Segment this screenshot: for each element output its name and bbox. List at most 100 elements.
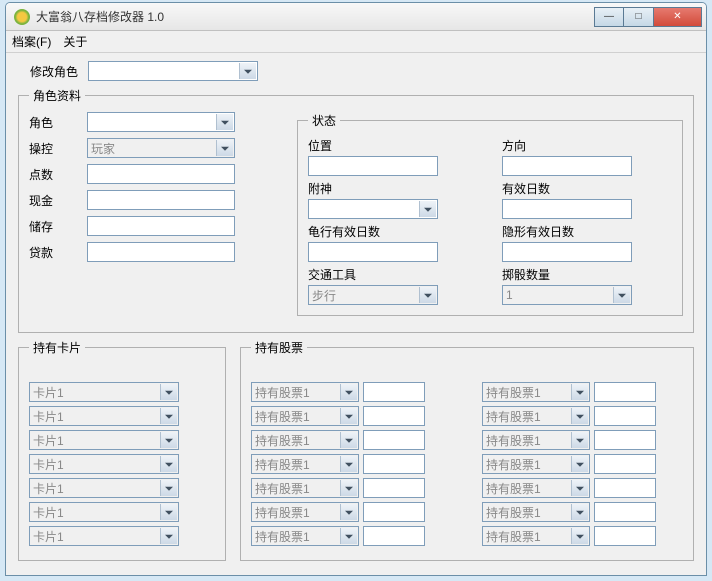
loan-input[interactable]	[87, 242, 235, 262]
stock-b-select-1[interactable]: 持有股票1	[482, 406, 590, 426]
stock-b-select-4[interactable]: 持有股票1	[482, 478, 590, 498]
chevron-down-icon	[576, 439, 584, 443]
chevron-down-icon	[576, 487, 584, 491]
card-select-2[interactable]: 卡片1	[29, 430, 179, 450]
stock-a-qty-4[interactable]	[363, 478, 425, 498]
stock-a-qty-6[interactable]	[363, 526, 425, 546]
direction-input[interactable]	[502, 156, 632, 176]
chevron-down-icon	[576, 391, 584, 395]
chevron-down-icon	[165, 535, 173, 539]
stock-a-select-3[interactable]: 持有股票1	[251, 454, 359, 474]
chevron-down-icon	[618, 294, 626, 298]
stock-b-select-2[interactable]: 持有股票1	[482, 430, 590, 450]
stock-a-qty-3[interactable]	[363, 454, 425, 474]
chevron-down-icon	[576, 511, 584, 515]
cards-legend: 持有卡片	[29, 339, 85, 356]
stock-b-select-3[interactable]: 持有股票1	[482, 454, 590, 474]
validdays-label: 有效日数	[502, 180, 672, 197]
stock-a-select-4[interactable]: 持有股票1	[251, 478, 359, 498]
chevron-down-icon	[221, 147, 229, 151]
chevron-down-icon	[424, 208, 432, 212]
turtledays-label: 龟行有效日数	[308, 223, 478, 240]
chevron-down-icon	[165, 511, 173, 515]
validdays-input[interactable]	[502, 199, 632, 219]
stock-a-qty-0[interactable]	[363, 382, 425, 402]
maximize-button[interactable]: □	[624, 7, 654, 27]
chevron-down-icon	[345, 463, 353, 467]
stock-b-qty-4[interactable]	[594, 478, 656, 498]
stocks-col-a: 持有股票1 持有股票1 持有股票1 持有股票1 持有股票1 持有股票1 持有股票1	[251, 382, 452, 550]
card-select-4[interactable]: 卡片1	[29, 478, 179, 498]
control-select[interactable]: 玩家	[87, 138, 235, 158]
position-input[interactable]	[308, 156, 438, 176]
stock-a-select-2[interactable]: 持有股票1	[251, 430, 359, 450]
chevron-down-icon	[345, 439, 353, 443]
dicecount-select[interactable]: 1	[502, 285, 632, 305]
stock-a-select-6[interactable]: 持有股票1	[251, 526, 359, 546]
stock-b-qty-3[interactable]	[594, 454, 656, 474]
stock-a-select-5[interactable]: 持有股票1	[251, 502, 359, 522]
chevron-down-icon	[165, 415, 173, 419]
stocks-legend: 持有股票	[251, 339, 307, 356]
stock-b-qty-0[interactable]	[594, 382, 656, 402]
cards-list: 卡片1 卡片1 卡片1 卡片1 卡片1 卡片1 卡片1	[29, 382, 215, 546]
titlebar[interactable]: 大富翁八存档修改器 1.0 — □ ✕	[6, 3, 706, 31]
savings-label: 储存	[29, 218, 87, 235]
character-info-legend: 角色资料	[29, 87, 85, 104]
stock-b-select-0[interactable]: 持有股票1	[482, 382, 590, 402]
cash-input[interactable]	[87, 190, 235, 210]
stock-a-select-1[interactable]: 持有股票1	[251, 406, 359, 426]
chevron-down-icon	[345, 487, 353, 491]
menu-file[interactable]: 档案(F)	[12, 33, 51, 50]
stock-a-qty-2[interactable]	[363, 430, 425, 450]
points-label: 点数	[29, 166, 87, 183]
menu-about[interactable]: 关于	[63, 33, 87, 50]
direction-label: 方向	[502, 137, 672, 154]
attached-select[interactable]	[308, 199, 438, 219]
card-select-6[interactable]: 卡片1	[29, 526, 179, 546]
loan-label: 贷款	[29, 244, 87, 261]
chevron-down-icon	[244, 70, 252, 74]
stocks-col-b: 持有股票1 持有股票1 持有股票1 持有股票1 持有股票1 持有股票1 持有股票1	[482, 382, 683, 550]
stock-b-qty-1[interactable]	[594, 406, 656, 426]
transport-select[interactable]: 步行	[308, 285, 438, 305]
stock-a-qty-1[interactable]	[363, 406, 425, 426]
chevron-down-icon	[345, 511, 353, 515]
role-label: 角色	[29, 114, 87, 131]
stock-b-select-5[interactable]: 持有股票1	[482, 502, 590, 522]
chevron-down-icon	[165, 391, 173, 395]
app-icon	[14, 9, 30, 25]
card-select-5[interactable]: 卡片1	[29, 502, 179, 522]
invisibledays-input[interactable]	[502, 242, 632, 262]
app-window: 大富翁八存档修改器 1.0 — □ ✕ 档案(F) 关于 修改角色 角色资料 角…	[5, 2, 707, 576]
chevron-down-icon	[165, 439, 173, 443]
stock-b-qty-2[interactable]	[594, 430, 656, 450]
status-legend: 状态	[308, 112, 340, 129]
minimize-button[interactable]: —	[594, 7, 624, 27]
turtledays-input[interactable]	[308, 242, 438, 262]
invisibledays-label: 隐形有效日数	[502, 223, 672, 240]
chevron-down-icon	[221, 121, 229, 125]
card-select-3[interactable]: 卡片1	[29, 454, 179, 474]
stock-a-select-0[interactable]: 持有股票1	[251, 382, 359, 402]
window-title: 大富翁八存档修改器 1.0	[36, 8, 594, 25]
card-select-0[interactable]: 卡片1	[29, 382, 179, 402]
transport-label: 交通工具	[308, 266, 478, 283]
modify-character-select[interactable]	[88, 61, 258, 81]
chevron-down-icon	[165, 463, 173, 467]
chevron-down-icon	[345, 535, 353, 539]
savings-input[interactable]	[87, 216, 235, 236]
menubar: 档案(F) 关于	[6, 31, 706, 53]
chevron-down-icon	[165, 487, 173, 491]
stock-b-select-6[interactable]: 持有股票1	[482, 526, 590, 546]
role-select[interactable]	[87, 112, 235, 132]
close-button[interactable]: ✕	[654, 7, 702, 27]
modify-character-label: 修改角色	[30, 63, 88, 80]
stock-b-qty-5[interactable]	[594, 502, 656, 522]
stock-b-qty-6[interactable]	[594, 526, 656, 546]
cash-label: 现金	[29, 192, 87, 209]
stock-a-qty-5[interactable]	[363, 502, 425, 522]
status-group: 状态 位置 方向 附神	[297, 112, 683, 316]
points-input[interactable]	[87, 164, 235, 184]
card-select-1[interactable]: 卡片1	[29, 406, 179, 426]
